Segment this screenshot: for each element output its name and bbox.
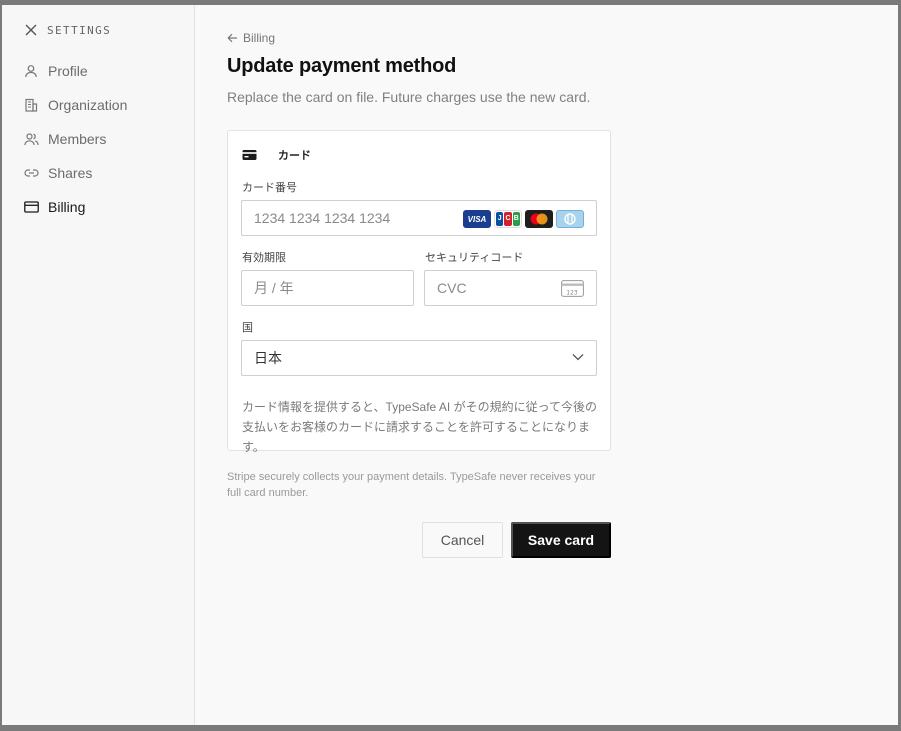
expiry-label: 有効期限 — [242, 252, 286, 264]
settings-window: SETTINGS Profile Organization Members Sh — [2, 5, 898, 725]
sidebar-item-label: Profile — [48, 63, 88, 79]
arrow-left-icon — [227, 33, 237, 43]
sidebar-item-shares[interactable]: Shares — [2, 156, 194, 190]
page-subtitle: Replace the card on file. Future charges… — [227, 89, 591, 105]
cancel-button[interactable]: Cancel — [422, 522, 503, 558]
card-number-input[interactable]: 1234 1234 1234 1234 VISA JCB — [241, 200, 597, 236]
users-icon — [23, 131, 39, 147]
visa-icon: VISA — [463, 210, 491, 228]
card-brand-logos: VISA JCB — [463, 210, 584, 228]
back-to-billing-link[interactable]: Billing — [227, 31, 275, 45]
sidebar-item-billing[interactable]: Billing — [2, 190, 194, 224]
cvc-label: セキュリティコード — [425, 252, 524, 264]
country-value: 日本 — [254, 350, 282, 366]
sidebar-item-members[interactable]: Members — [2, 122, 194, 156]
sidebar-item-profile[interactable]: Profile — [2, 54, 194, 88]
expiry-placeholder: 月 / 年 — [254, 280, 294, 296]
cvc-icon-digits: 123 — [566, 290, 578, 297]
cvc-placeholder: CVC — [437, 280, 467, 296]
building-icon — [23, 97, 39, 113]
billing-main: Billing Update payment method Replace th… — [195, 5, 898, 725]
card-number-placeholder: 1234 1234 1234 1234 — [254, 210, 391, 226]
sidebar-title: SETTINGS — [47, 23, 112, 37]
country-select[interactable]: 日本 — [241, 340, 597, 376]
diners-icon — [556, 210, 584, 228]
sidebar-header: SETTINGS — [2, 23, 194, 37]
payment-terms-text: カード情報を提供すると、TypeSafe AI がその規約に従って今後の支払いを… — [242, 400, 597, 454]
sidebar-item-organization[interactable]: Organization — [2, 88, 194, 122]
card-number-label: カード番号 — [242, 182, 297, 194]
save-card-button[interactable]: Save card — [511, 522, 611, 558]
settings-sidebar: SETTINGS Profile Organization Members Sh — [2, 5, 195, 725]
sidebar-item-label: Billing — [48, 199, 86, 215]
cvc-input[interactable]: CVC 123 — [424, 270, 597, 306]
sidebar-item-label: Shares — [48, 165, 93, 181]
credit-card-icon — [23, 199, 39, 215]
chevron-down-icon — [572, 354, 584, 361]
jcb-icon: JCB — [494, 210, 522, 228]
cvc-card-icon: 123 — [561, 280, 584, 297]
back-link-label: Billing — [243, 31, 276, 45]
card-payment-tab[interactable]: カード — [242, 147, 311, 163]
country-label: 国 — [242, 322, 253, 334]
mastercard-icon — [525, 210, 553, 228]
secure-payment-note: Stripe securely collects your payment de… — [227, 471, 596, 499]
expiry-input[interactable]: 月 / 年 — [241, 270, 414, 306]
card-tab-label: カード — [278, 150, 311, 162]
page-title: Update payment method — [227, 55, 457, 77]
sidebar-item-label: Members — [48, 131, 107, 147]
user-icon — [23, 63, 39, 79]
close-icon[interactable] — [24, 23, 38, 37]
link-icon — [23, 165, 39, 181]
sidebar-item-label: Organization — [48, 97, 128, 113]
payment-element: カード カード番号 1234 1234 1234 1234 VISA JCB 有… — [227, 130, 611, 454]
card-icon — [242, 150, 257, 160]
